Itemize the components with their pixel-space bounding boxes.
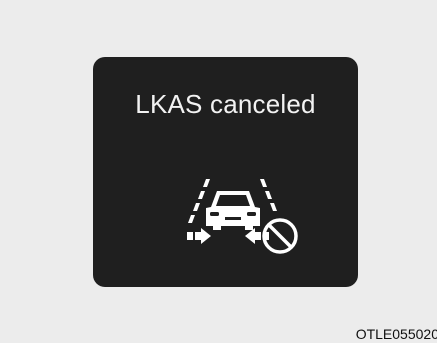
lkas-canceled-icon — [187, 179, 298, 254]
lkas-status-message: LKAS canceled — [135, 89, 316, 119]
figure-code: OTLE055020 — [355, 326, 437, 342]
cluster-display-panel: LKAS canceled — [93, 57, 358, 287]
